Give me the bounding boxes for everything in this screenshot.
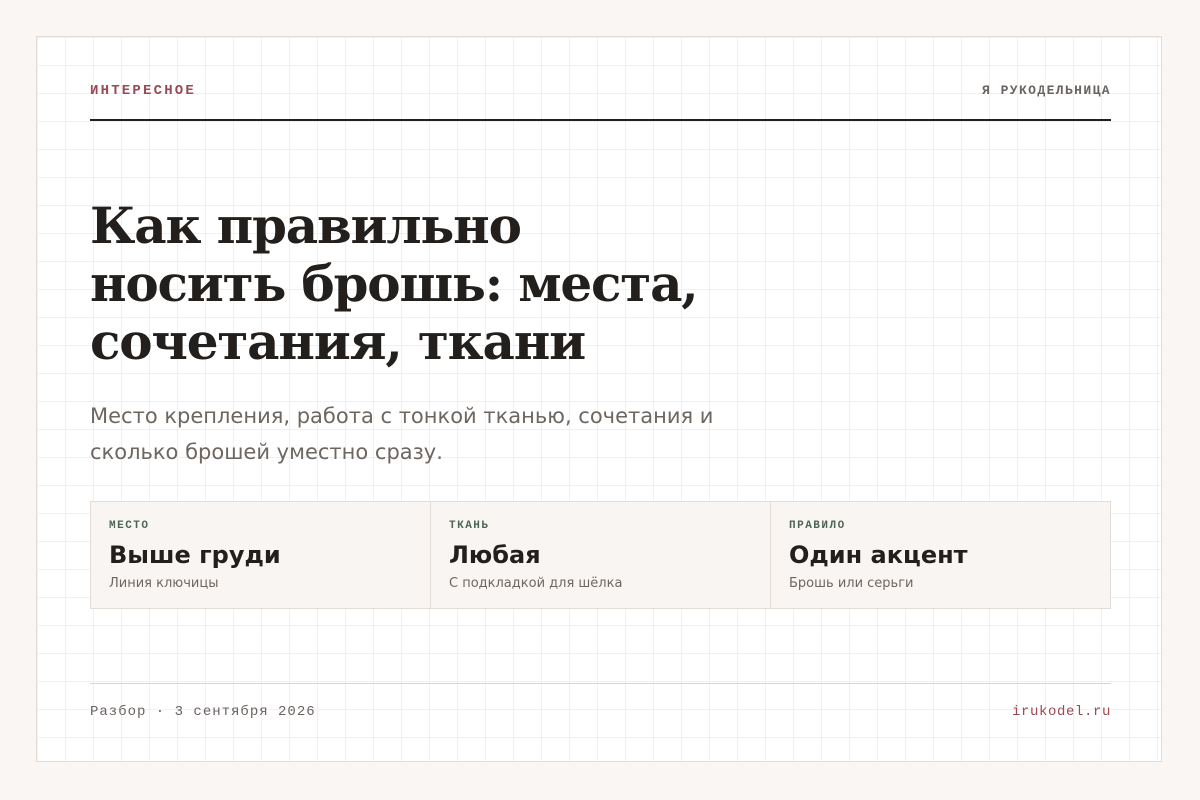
fact-value: Любая	[449, 541, 541, 569]
fact-note: С подкладкой для шёлка	[449, 576, 623, 591]
fact-note: Брошь или серьги	[789, 576, 914, 591]
fact-rule: ПРАВИЛО Один акцент Брошь или серьги	[771, 502, 1110, 608]
fact-label: ПРАВИЛО	[789, 520, 846, 532]
fact-value: Выше груди	[109, 541, 281, 569]
fact-value: Один акцент	[789, 541, 968, 569]
footer-bar: Разбор · 3 сентября 2026 irukodel.ru	[90, 683, 1111, 724]
article-subtitle: Место крепления, работа с тонкой тканью,…	[90, 404, 714, 464]
fact-label: МЕСТО	[109, 520, 150, 532]
section-kicker[interactable]: ИНТЕРЕСНОЕ	[90, 83, 196, 99]
header-bar: ИНТЕРЕСНОЕ Я РУКОДЕЛЬНИЦА	[90, 83, 1111, 121]
fact-place: МЕСТО Выше груди Линия ключицы	[91, 502, 431, 608]
facts-panel: МЕСТО Выше груди Линия ключицы ТКАНЬ Люб…	[90, 501, 1111, 609]
brand-name[interactable]: Я РУКОДЕЛЬНИЦА	[982, 83, 1111, 98]
fact-note: Линия ключицы	[109, 576, 219, 591]
article-card: ИНТЕРЕСНОЕ Я РУКОДЕЛЬНИЦА Как правильно …	[36, 36, 1162, 762]
article-meta: Разбор · 3 сентября 2026	[90, 704, 316, 720]
article-title: Как правильно носить брошь: места, сочет…	[90, 196, 699, 371]
fact-fabric: ТКАНЬ Любая С подкладкой для шёлка	[431, 502, 771, 608]
fact-label: ТКАНЬ	[449, 520, 490, 532]
site-link[interactable]: irukodel.ru	[1012, 704, 1111, 720]
